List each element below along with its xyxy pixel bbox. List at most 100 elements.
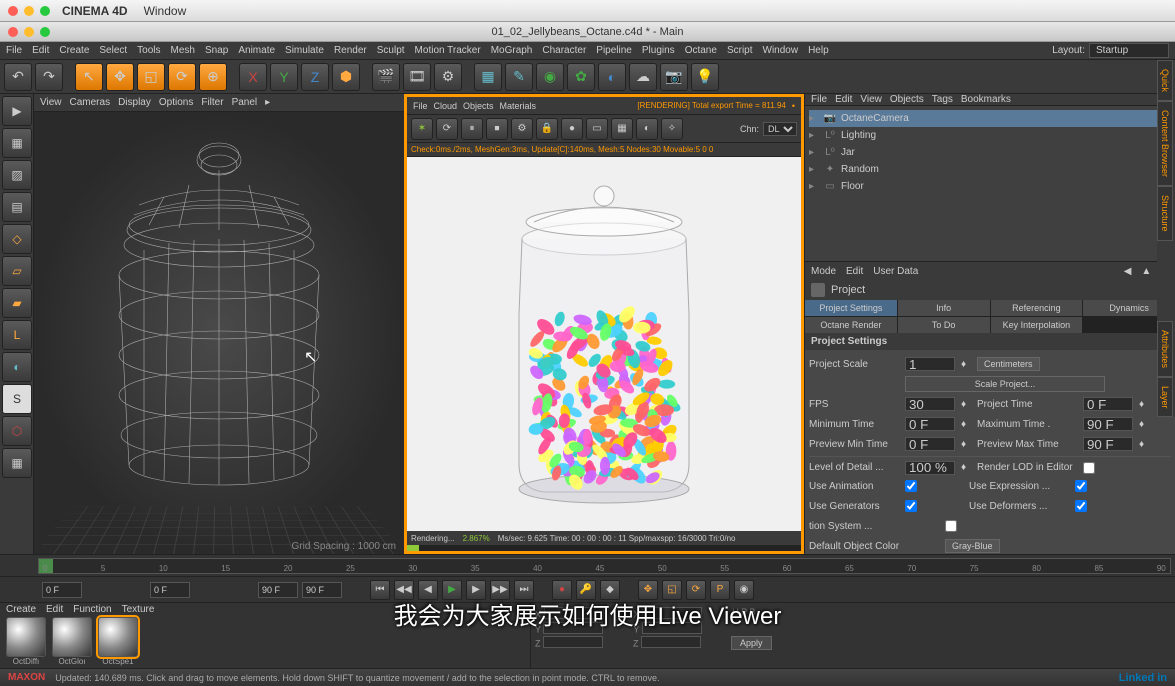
planar-workplane-btn[interactable]: ▦ xyxy=(2,448,32,478)
goto-start-btn[interactable]: ⏮ xyxy=(370,580,390,600)
obj-menu-objects[interactable]: Objects xyxy=(890,94,924,105)
refresh-btn[interactable]: ⟳ xyxy=(436,118,458,140)
render-start-btn[interactable]: ✶ xyxy=(411,118,433,140)
cube-primitive-btn[interactable]: ▦ xyxy=(474,63,502,91)
menu-help[interactable]: Help xyxy=(808,45,829,56)
mac-menu-window[interactable]: Window xyxy=(144,4,187,18)
field-preview-max-time[interactable] xyxy=(1083,437,1133,451)
object-lighting[interactable]: ▸L⁰Lighting xyxy=(809,127,1171,144)
rotate-tool[interactable]: ⟳ xyxy=(168,63,196,91)
attr-menu-mode[interactable]: Mode xyxy=(811,266,836,277)
live-menu-objects[interactable]: Objects xyxy=(463,101,494,111)
live-menu-materials[interactable]: Materials xyxy=(500,101,537,111)
attr-tab-to-do[interactable]: To Do xyxy=(898,317,990,333)
check-use-deformers----[interactable] xyxy=(1075,500,1087,512)
menu-create[interactable]: Create xyxy=(59,45,89,56)
menu-mograph[interactable]: MoGraph xyxy=(491,45,533,56)
material-octdiffı[interactable] xyxy=(6,617,46,657)
x-axis-btn[interactable]: X xyxy=(239,63,267,91)
mac-window-controls[interactable] xyxy=(8,6,50,16)
attr-menu-user-data[interactable]: User Data xyxy=(873,266,918,277)
maximize-window-btn[interactable] xyxy=(40,6,50,16)
render-settings-btn[interactable]: ⚙ xyxy=(434,63,462,91)
field-preview-min-time[interactable] xyxy=(905,437,955,451)
light-btn[interactable]: 💡 xyxy=(691,63,719,91)
render-lod-checkbox[interactable] xyxy=(1083,462,1095,474)
close-window-btn[interactable] xyxy=(8,6,18,16)
scale-tool[interactable]: ◱ xyxy=(137,63,165,91)
clay-btn[interactable]: ◐ xyxy=(636,118,658,140)
timeline-ruler[interactable]: 051015202530354045505560657075808590 xyxy=(38,558,1171,574)
end-frame-field[interactable] xyxy=(258,582,298,598)
object-random[interactable]: ▸✦Random xyxy=(809,161,1171,178)
layout-selector[interactable]: Layout: Startup xyxy=(1052,43,1169,58)
menu-pipeline[interactable]: Pipeline xyxy=(596,45,632,56)
project-scale-unit[interactable]: Centimeters xyxy=(977,357,1040,371)
materials-menu-create[interactable]: Create xyxy=(6,604,36,615)
channel-dropdown[interactable]: DL xyxy=(763,122,797,136)
viewport-menu-filter[interactable]: Filter xyxy=(201,97,223,108)
viewport-solo-btn[interactable]: ◐ xyxy=(2,352,32,382)
viewport-menu-panel[interactable]: Panel xyxy=(232,97,258,108)
viewport-menu-display[interactable]: Display xyxy=(118,97,151,108)
camera-btn[interactable]: 📷 xyxy=(660,63,688,91)
attr-tab-referencing[interactable]: Referencing xyxy=(991,300,1083,316)
scale-project-btn[interactable]: Scale Project... xyxy=(905,376,1105,392)
doc-window-controls[interactable] xyxy=(8,27,50,37)
last-tool[interactable]: ⊕ xyxy=(199,63,227,91)
material-octspe1[interactable] xyxy=(98,617,138,657)
menu-plugins[interactable]: Plugins xyxy=(642,45,675,56)
y-axis-btn[interactable]: Y xyxy=(270,63,298,91)
coach-tab[interactable]: Quick xyxy=(1157,60,1173,101)
field-fps[interactable] xyxy=(905,397,955,411)
select-tool[interactable]: ↖ xyxy=(75,63,103,91)
check-use-expression----[interactable] xyxy=(1075,480,1087,492)
undo-btn[interactable]: ↶ xyxy=(4,63,32,91)
settings-btn[interactable]: ⚙ xyxy=(511,118,533,140)
attr-menu-edit[interactable]: Edit xyxy=(846,266,863,277)
lock-btn[interactable]: 🔒 xyxy=(536,118,558,140)
default-color-value[interactable]: Gray-Blue xyxy=(945,539,1000,553)
materials-menu-function[interactable]: Function xyxy=(73,604,111,615)
viewport-menu-options[interactable]: Options xyxy=(159,97,193,108)
current-frame-field[interactable] xyxy=(150,582,190,598)
env-btn[interactable]: ☁ xyxy=(629,63,657,91)
attr-tab-project-settings[interactable]: Project Settings xyxy=(805,300,897,316)
generator-btn[interactable]: ✿ xyxy=(567,63,595,91)
model-mode-btn[interactable]: ▦ xyxy=(2,128,32,158)
obj-menu-bookmarks[interactable]: Bookmarks xyxy=(961,94,1011,105)
attr-tab-octane-render[interactable]: Octane Render xyxy=(805,317,897,333)
layer-tab[interactable]: Layer xyxy=(1157,377,1173,418)
materials-menu-edit[interactable]: Edit xyxy=(46,604,63,615)
menu-tools[interactable]: Tools xyxy=(137,45,160,56)
menu-script[interactable]: Script xyxy=(727,45,753,56)
redo-btn[interactable]: ↷ xyxy=(35,63,63,91)
stop-btn[interactable]: ⏹ xyxy=(486,118,508,140)
field-maximum-time--[interactable] xyxy=(1083,417,1133,431)
project-scale-field[interactable] xyxy=(905,357,955,371)
render-preview[interactable] xyxy=(407,157,801,531)
doc-max-btn[interactable] xyxy=(40,27,50,37)
point-mode-btn[interactable]: ◇ xyxy=(2,224,32,254)
menu-window[interactable]: Window xyxy=(763,45,799,56)
structure-tab[interactable]: Structure xyxy=(1157,186,1173,241)
nurbs-btn[interactable]: ◉ xyxy=(536,63,564,91)
minimize-window-btn[interactable] xyxy=(24,6,34,16)
obj-menu-view[interactable]: View xyxy=(860,94,882,105)
pos-z-field[interactable] xyxy=(543,636,603,648)
object-floor[interactable]: ▸▭Floor xyxy=(809,178,1171,195)
viewport-canvas[interactable]: ↖ Grid Spacing : 1000 cm xyxy=(34,112,404,554)
menu-character[interactable]: Character xyxy=(542,45,586,56)
field-minimum-time[interactable] xyxy=(905,417,955,431)
obj-menu-tags[interactable]: Tags xyxy=(932,94,953,105)
attr-nav-back[interactable]: ◀ xyxy=(1124,266,1132,277)
pause-btn[interactable]: ⏸ xyxy=(461,118,483,140)
attr-tab-key-interpolation[interactable]: Key Interpolation xyxy=(991,317,1083,333)
end-frame-field-2[interactable] xyxy=(302,582,342,598)
locked-workplane-btn[interactable]: ⬡ xyxy=(2,416,32,446)
menu-mesh[interactable]: Mesh xyxy=(171,45,195,56)
edge-mode-btn[interactable]: ▱ xyxy=(2,256,32,286)
poly-mode-btn[interactable]: ▰ xyxy=(2,288,32,318)
motion-system-checkbox[interactable] xyxy=(945,520,957,532)
texture-mode-btn[interactable]: ▨ xyxy=(2,160,32,190)
